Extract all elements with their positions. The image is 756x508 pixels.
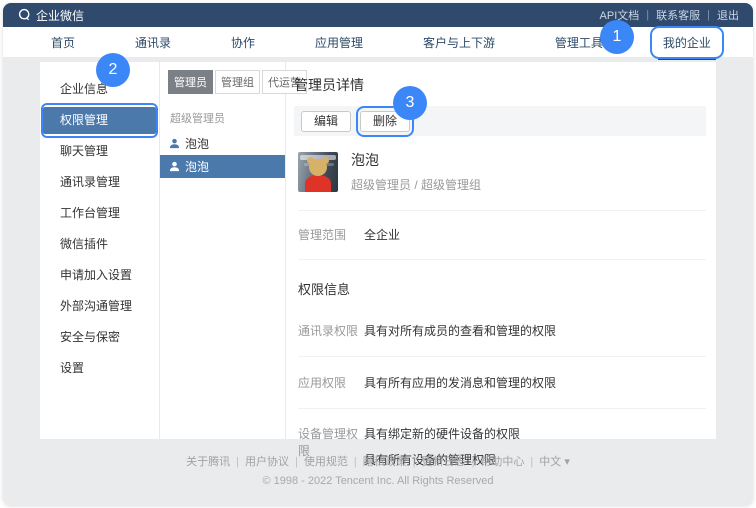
separator: | xyxy=(413,456,416,468)
member-name: 泡泡 xyxy=(185,158,209,175)
person-icon xyxy=(169,138,180,149)
tab-admins[interactable]: 管理员 xyxy=(168,70,213,94)
group-label: 超级管理员 xyxy=(170,110,285,126)
page-title: 管理员详情 xyxy=(294,75,706,95)
admin-tabs: 管理员 管理组 代运营 + xyxy=(168,70,285,94)
scope-label: 管理范围 xyxy=(298,226,364,243)
admin-profile: 泡泡 超级管理员 / 超级管理组 xyxy=(298,150,706,193)
footer-link-rules[interactable]: 使用规范 xyxy=(304,456,348,468)
nav-my-company[interactable]: 我的企业 xyxy=(663,34,711,51)
annotation-badge-3: 3 xyxy=(393,86,427,120)
footer-link-about[interactable]: 关于腾讯 xyxy=(186,456,230,468)
permission-line: 具有绑定新的硬件设备的权限 xyxy=(364,425,520,442)
divider xyxy=(298,356,706,357)
nav-customers[interactable]: 客户与上下游 xyxy=(423,34,495,51)
member-row[interactable]: 泡泡 xyxy=(160,132,285,155)
tab-admin-groups[interactable]: 管理组 xyxy=(215,70,260,94)
footer-link-help[interactable]: 帮助中心 xyxy=(480,456,524,468)
edit-button[interactable]: 编辑 xyxy=(301,111,351,132)
admin-role: 超级管理员 / 超级管理组 xyxy=(351,176,481,193)
detail-toolbar: 编辑 删除 xyxy=(294,106,706,136)
footer-link-language[interactable]: 中文 ▾ xyxy=(539,456,570,468)
nav-collaboration[interactable]: 协作 xyxy=(231,34,255,51)
permission-value: 具有对所有成员的查看和管理的权限 xyxy=(364,322,556,339)
page-footer: 关于腾讯 | 用户协议 | 使用规范 | 隐私政策 | 更新日志 | 帮助中心 | 中文 ▾ © 199… xyxy=(3,453,753,487)
settings-sidebar: 企业信息 权限管理 聊天管理 通讯录管理 工作台管理 微信插件 申请加入设置 外… xyxy=(40,62,160,439)
wecom-logo-icon xyxy=(17,8,32,22)
separator: | xyxy=(472,456,475,468)
scope-value: 全企业 xyxy=(364,226,400,243)
member-row-selected[interactable]: 泡泡 xyxy=(160,155,285,178)
footer-links: 关于腾讯 | 用户协议 | 使用规范 | 隐私政策 | 更新日志 | 帮助中心 | 中文 ▾ xyxy=(3,453,753,469)
annotation-badge-1: 1 xyxy=(600,20,634,54)
sidebar-item-security[interactable]: 安全与保密 xyxy=(40,322,159,353)
sidebar-item-workbench-management[interactable]: 工作台管理 xyxy=(40,198,159,229)
nav-admin-tools[interactable]: 管理工具 xyxy=(555,34,603,51)
sidebar-item-external-communication[interactable]: 外部沟通管理 xyxy=(40,291,159,322)
footer-link-agreement[interactable]: 用户协议 xyxy=(245,456,289,468)
separator: | xyxy=(295,456,298,468)
separator: | xyxy=(646,9,649,21)
member-name: 泡泡 xyxy=(185,135,209,152)
admin-detail-panel: 管理员详情 编辑 删除 泡泡 超级管理员 / 超级管理组 管理范围 xyxy=(286,62,716,439)
permissions-section-title: 权限信息 xyxy=(298,279,706,298)
nav-app-management[interactable]: 应用管理 xyxy=(315,34,363,51)
sidebar-item-permission-management[interactable]: 权限管理 xyxy=(43,107,156,134)
copyright: © 1998 - 2022 Tencent Inc. All Rights Re… xyxy=(3,475,753,487)
admin-name: 泡泡 xyxy=(351,150,481,170)
admin-list-column: 管理员 管理组 代运营 + 超级管理员 泡泡 泡泡 xyxy=(160,62,286,439)
contacts-permission-row: 通讯录权限 具有对所有成员的查看和管理的权限 xyxy=(298,322,706,339)
separator: | xyxy=(354,456,357,468)
annotation-badge-2: 2 xyxy=(96,53,130,87)
divider xyxy=(298,210,706,211)
sidebar-item-chat-management[interactable]: 聊天管理 xyxy=(40,136,159,167)
sidebar-item-settings[interactable]: 设置 xyxy=(40,353,159,384)
app-permission-row: 应用权限 具有所有应用的发消息和管理的权限 xyxy=(298,374,706,391)
permission-label: 通讯录权限 xyxy=(298,322,364,339)
sidebar-item-contacts-management[interactable]: 通讯录管理 xyxy=(40,167,159,198)
divider xyxy=(298,259,706,260)
top-bar: 企业微信 API文档 | 联系客服 | 退出 xyxy=(3,3,753,27)
person-icon xyxy=(169,161,180,172)
main-panel: 企业信息 权限管理 聊天管理 通讯录管理 工作台管理 微信插件 申请加入设置 外… xyxy=(40,62,716,439)
avatar xyxy=(298,152,338,192)
footer-link-changelog[interactable]: 更新日志 xyxy=(422,456,466,468)
permission-label: 应用权限 xyxy=(298,374,364,391)
nav-contacts[interactable]: 通讯录 xyxy=(135,34,171,51)
sidebar-item-wechat-plugin[interactable]: 微信插件 xyxy=(40,229,159,260)
wecom-admin-window: 企业微信 API文档 | 联系客服 | 退出 首页 通讯录 协作 应用管理 客户… xyxy=(3,3,753,505)
permission-value: 具有所有应用的发消息和管理的权限 xyxy=(364,374,556,391)
separator: | xyxy=(236,456,239,468)
separator: | xyxy=(530,456,533,468)
footer-link-privacy[interactable]: 隐私政策 xyxy=(363,456,407,468)
logout-link[interactable]: 退出 xyxy=(717,7,739,23)
scope-row: 管理范围 全企业 xyxy=(298,226,706,243)
sidebar-item-join-settings[interactable]: 申请加入设置 xyxy=(40,260,159,291)
contact-support-link[interactable]: 联系客服 xyxy=(656,7,700,23)
brand: 企业微信 xyxy=(17,7,84,24)
divider xyxy=(298,408,706,409)
nav-home[interactable]: 首页 xyxy=(51,34,75,51)
separator: | xyxy=(707,9,710,21)
brand-label: 企业微信 xyxy=(36,7,84,24)
